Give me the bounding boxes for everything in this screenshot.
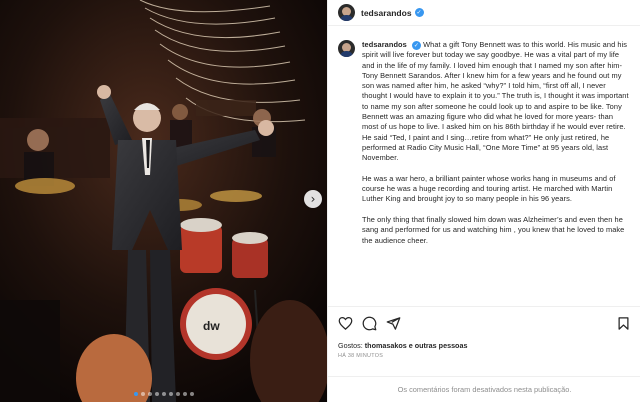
- caption-paragraph: The only thing that finally slowed him d…: [362, 215, 625, 245]
- comments-disabled-notice: Os comentários foram desativados nesta p…: [328, 376, 640, 402]
- post-photo[interactable]: dw ›: [0, 0, 327, 402]
- likes-line: Gostos: thomasakos e outras pessoas: [338, 341, 631, 350]
- caption-paragraph: tedsarandos ✓ What a gift Tony Bennett w…: [362, 40, 629, 164]
- post-timestamp[interactable]: HÁ 38 MINUTOS: [338, 353, 631, 359]
- carousel-dot: [189, 392, 194, 396]
- post-header: tedsarandos ✓: [328, 0, 640, 26]
- post-actions: Gostos: thomasakos e outras pessoas HÁ 3…: [328, 306, 640, 359]
- likes-prefix: Gostos:: [338, 341, 363, 350]
- bookmark-icon[interactable]: [616, 316, 631, 331]
- post-side-panel: tedsarandos ✓ tedsarandos ✓ What a gift …: [327, 0, 640, 402]
- carousel-dot: [140, 392, 145, 396]
- caption-text: tedsarandos ✓ What a gift Tony Bennett w…: [362, 40, 629, 256]
- carousel-dot: [133, 392, 138, 396]
- caption-area: tedsarandos ✓ What a gift Tony Bennett w…: [328, 26, 640, 306]
- caption-avatar[interactable]: [338, 40, 355, 57]
- caption-paragraph-text: What a gift Tony Bennett was to this wor…: [362, 40, 629, 163]
- action-icons-row: [338, 315, 631, 331]
- carousel-dot: [147, 392, 152, 396]
- chevron-right-icon: ›: [310, 192, 316, 206]
- likes-names-link[interactable]: thomasakos e outras pessoas: [365, 341, 468, 350]
- carousel-dot: [168, 392, 173, 396]
- carousel-dot: [154, 392, 159, 396]
- instagram-post: dw › tedsarandos ✓ tedsarandos ✓ What a …: [0, 0, 640, 402]
- caption-row: tedsarandos ✓ What a gift Tony Bennett w…: [338, 40, 629, 256]
- carousel-dot: [182, 392, 187, 396]
- svg-text:dw: dw: [203, 319, 220, 333]
- carousel-indicator: [0, 392, 327, 396]
- verified-badge-icon: ✓: [414, 8, 424, 17]
- carousel-dot: [161, 392, 166, 396]
- avatar[interactable]: [338, 4, 355, 21]
- username-link[interactable]: tedsarandos: [361, 8, 412, 18]
- carousel-next-button[interactable]: ›: [304, 190, 322, 208]
- caption-username-link[interactable]: tedsarandos: [362, 40, 407, 49]
- heart-icon[interactable]: [338, 316, 353, 331]
- carousel-dot: [175, 392, 180, 396]
- verified-badge-icon: ✓: [411, 41, 421, 50]
- share-icon[interactable]: [386, 316, 401, 331]
- concert-photo-illustration: dw: [0, 0, 327, 402]
- comment-icon[interactable]: [362, 316, 377, 331]
- caption-paragraph: He was a war hero, a brilliant painter w…: [362, 173, 616, 204]
